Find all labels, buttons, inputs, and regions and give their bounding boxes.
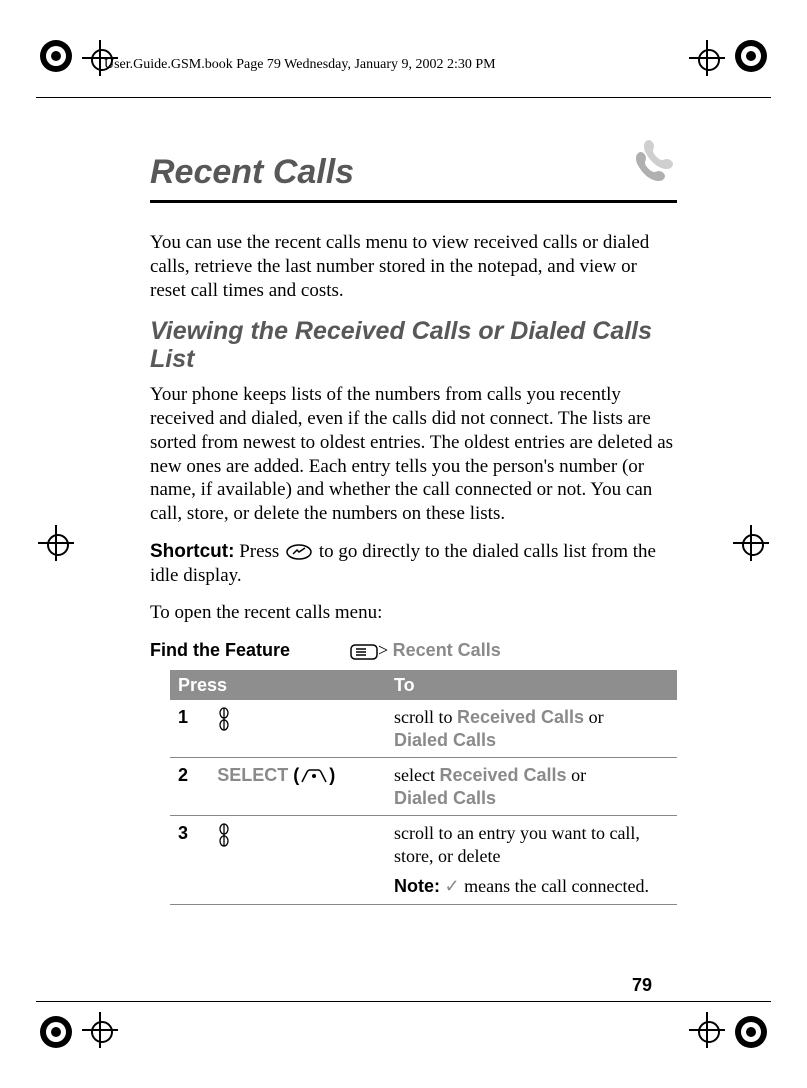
softkey-icon bbox=[301, 769, 327, 783]
step-number: 3 bbox=[170, 816, 209, 905]
table-row: 3 scroll to an entry you want to call, s… bbox=[170, 816, 677, 905]
table-header-row: Press To bbox=[170, 670, 677, 701]
page-number: 79 bbox=[632, 975, 652, 996]
note-label: Note: bbox=[394, 876, 440, 896]
crop-cross-icon bbox=[38, 525, 74, 561]
phone-section-icon bbox=[625, 135, 677, 192]
title-row: Recent Calls bbox=[150, 135, 677, 192]
table-row: 1 scroll to Received Calls or Dialed Cal… bbox=[170, 700, 677, 758]
feature-menu-name: Recent Calls bbox=[393, 640, 501, 660]
crop-target-icon bbox=[733, 38, 769, 74]
shortcut-paragraph: Shortcut: Press to go directly to the di… bbox=[150, 540, 677, 588]
feature-sep: > bbox=[378, 640, 393, 660]
shortcut-text-before: Press bbox=[234, 541, 284, 562]
note-after: means the call connected. bbox=[460, 876, 649, 896]
to-before: scroll to bbox=[394, 707, 457, 727]
to-ui2: Dialed Calls bbox=[394, 788, 496, 808]
to-plain: scroll to an entry you want to call, sto… bbox=[394, 822, 669, 867]
crop-cross-icon bbox=[82, 1012, 118, 1048]
scroll-key-icon bbox=[217, 822, 231, 854]
to-ui2: Dialed Calls bbox=[394, 730, 496, 750]
chapter-title: Recent Calls bbox=[150, 153, 354, 192]
page-bottom-rule bbox=[36, 1001, 771, 1002]
crop-cross-icon bbox=[733, 525, 769, 561]
body-text: You can use the recent calls menu to vie… bbox=[150, 231, 677, 905]
crop-cross-icon bbox=[689, 40, 725, 76]
find-the-feature: Find the Feature > Recent Calls bbox=[150, 639, 677, 662]
steps-table: Press To 1 scroll to Received Calls or D… bbox=[170, 670, 677, 905]
feature-path: > Recent Calls bbox=[350, 639, 501, 662]
scroll-key-icon bbox=[217, 706, 231, 738]
note-line: Note: ✓ means the call connected. bbox=[394, 875, 669, 898]
step-number: 1 bbox=[170, 700, 209, 758]
running-header: User.Guide.GSM.book Page 79 Wednesday, J… bbox=[104, 57, 496, 73]
feature-label: Find the Feature bbox=[150, 639, 350, 662]
key-label: SELECT bbox=[217, 765, 288, 785]
step-key bbox=[209, 816, 386, 905]
open-menu-line: To open the recent calls menu: bbox=[150, 601, 677, 625]
crop-target-icon bbox=[733, 1014, 769, 1050]
to-mid: or bbox=[584, 707, 604, 727]
send-key-icon bbox=[286, 544, 312, 560]
col-to: To bbox=[386, 670, 677, 701]
step-action: select Received Calls or Dialed Calls bbox=[386, 758, 677, 816]
section-paragraph: Your phone keeps lists of the numbers fr… bbox=[150, 383, 677, 526]
step-key bbox=[209, 700, 386, 758]
content-area: Recent Calls You can use the recent call… bbox=[150, 135, 677, 958]
shortcut-label: Shortcut: bbox=[150, 541, 234, 562]
step-action: scroll to Received Calls or Dialed Calls bbox=[386, 700, 677, 758]
checkmark-icon: ✓ bbox=[445, 876, 460, 896]
intro-paragraph: You can use the recent calls menu to vie… bbox=[150, 231, 677, 302]
crop-cross-icon bbox=[689, 1012, 725, 1048]
step-key: SELECT () bbox=[209, 758, 386, 816]
page: User.Guide.GSM.book Page 79 Wednesday, J… bbox=[0, 0, 807, 1088]
crop-target-icon bbox=[38, 1014, 74, 1050]
to-ui1: Received Calls bbox=[457, 707, 584, 727]
page-top-rule bbox=[36, 97, 771, 98]
table-row: 2 SELECT () select Received Calls or Dia… bbox=[170, 758, 677, 816]
section-heading: Viewing the Received Calls or Dialed Cal… bbox=[150, 318, 677, 373]
title-rule bbox=[150, 200, 677, 203]
step-number: 2 bbox=[170, 758, 209, 816]
to-before: select bbox=[394, 765, 439, 785]
to-ui1: Received Calls bbox=[439, 765, 566, 785]
to-mid: or bbox=[567, 765, 587, 785]
crop-target-icon bbox=[38, 38, 74, 74]
menu-key-icon bbox=[350, 644, 378, 660]
step-action: scroll to an entry you want to call, sto… bbox=[386, 816, 677, 905]
col-press: Press bbox=[170, 670, 386, 701]
